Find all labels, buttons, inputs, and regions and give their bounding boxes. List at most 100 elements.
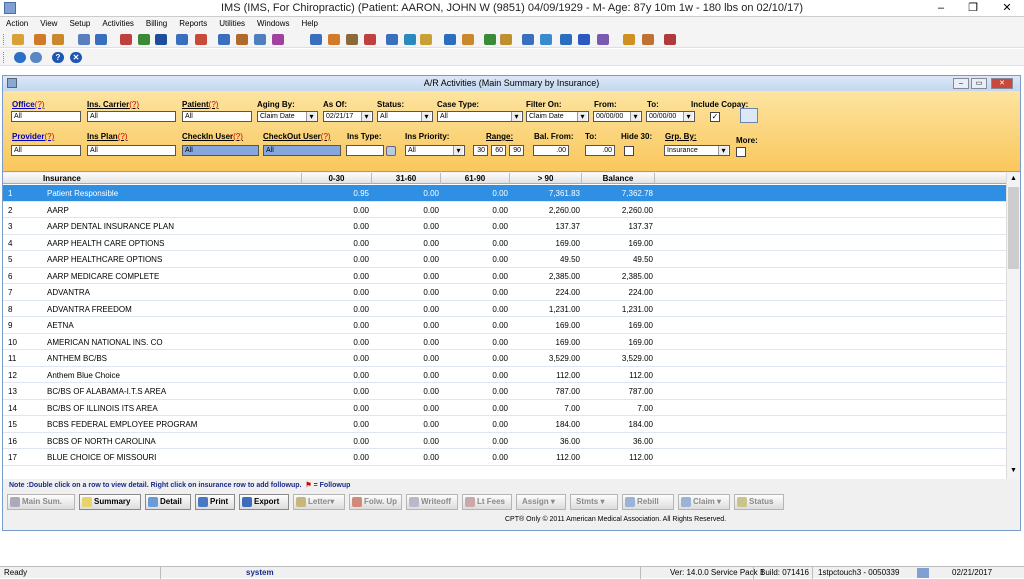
- summary-button[interactable]: Summary: [79, 494, 141, 510]
- contacts-icon[interactable]: [522, 34, 534, 45]
- menu-utilities[interactable]: Utilities: [213, 17, 251, 31]
- toolbar-grip[interactable]: [3, 52, 5, 63]
- writeoff-button[interactable]: Writeoff: [406, 494, 458, 510]
- letter-icon[interactable]: [444, 34, 456, 45]
- word-icon[interactable]: [578, 34, 590, 45]
- minimize-button[interactable]: –: [926, 0, 956, 17]
- table-row[interactable]: 13 BC/BS OF ALABAMA-I.T.S AREA 0.00 0.00 0.0…: [3, 383, 1006, 400]
- user-circle-icon[interactable]: [642, 34, 654, 45]
- calendar-icon[interactable]: [176, 34, 188, 45]
- ins-carrier-label[interactable]: Ins. Carrier(?): [87, 100, 139, 109]
- window-restore-button[interactable]: ▭: [971, 78, 987, 89]
- settings-icon[interactable]: [328, 34, 340, 45]
- office-field[interactable]: All: [11, 111, 81, 122]
- hide30-checkbox[interactable]: [624, 146, 634, 156]
- transfer-icon[interactable]: [218, 34, 230, 45]
- lt-fees-button[interactable]: Lt Fees: [462, 494, 512, 510]
- mail-icon[interactable]: [420, 34, 432, 45]
- restore-button[interactable]: ❐: [958, 0, 988, 17]
- shield-icon[interactable]: [155, 34, 167, 45]
- ins-plan-field[interactable]: All: [87, 145, 176, 156]
- from-date-field[interactable]: 00/00/00: [593, 111, 642, 122]
- table-row[interactable]: 10 AMERICAN NATIONAL INS. CO 0.00 0.00 0.00 1…: [3, 334, 1006, 350]
- table-row[interactable]: 6 AARP MEDICARE COMPLETE 0.00 0.00 0.00 2,385…: [3, 268, 1006, 284]
- col-header-balance[interactable]: Balance: [582, 173, 655, 184]
- table-row[interactable]: 8 ADVANTRA FREEDOM 0.00 0.00 0.00 1,231.00 1,2…: [3, 301, 1006, 317]
- edit-icon[interactable]: [597, 34, 609, 45]
- lock-icon[interactable]: [623, 34, 635, 45]
- scroll-thumb[interactable]: [1008, 187, 1019, 269]
- window-icon[interactable]: [310, 34, 322, 45]
- range-90-field[interactable]: 90: [509, 145, 524, 156]
- menu-reports[interactable]: Reports: [173, 17, 213, 31]
- assign-button[interactable]: Assign ▾: [516, 494, 566, 510]
- table-row[interactable]: 5 AARP HEALTHCARE OPTIONS 0.00 0.00 0.00 49.5…: [3, 251, 1006, 268]
- checkout-user-field[interactable]: All: [263, 145, 341, 156]
- close-button[interactable]: ✕: [990, 0, 1024, 17]
- patient-field[interactable]: All: [182, 111, 252, 122]
- globe-icon[interactable]: [404, 34, 416, 45]
- letter-button[interactable]: Letter▾: [293, 494, 345, 510]
- col-header-over-90[interactable]: > 90: [510, 173, 582, 184]
- refresh-icon[interactable]: [14, 52, 26, 63]
- ins-type-picker-icon[interactable]: [386, 146, 396, 156]
- files-icon[interactable]: [462, 34, 474, 45]
- folder-open-icon[interactable]: [52, 34, 64, 45]
- to-date-field[interactable]: 00/00/00: [646, 111, 695, 122]
- table-row[interactable]: 15 BCBS FEDERAL EMPLOYEE PROGRAM 0.00 0.00 0…: [3, 416, 1006, 433]
- checkin-user-label[interactable]: CheckIn User(?): [182, 132, 243, 141]
- export-button[interactable]: Export: [239, 494, 289, 510]
- status-button[interactable]: Status: [734, 494, 784, 510]
- table-row[interactable]: 4 AARP HEALTH CARE OPTIONS 0.00 0.00 0.00 169…: [3, 235, 1006, 251]
- filter-on-select[interactable]: Claim Date: [526, 111, 589, 122]
- stamp-icon[interactable]: [272, 34, 284, 45]
- table-row[interactable]: 12 Anthem Blue Choice 0.00 0.00 0.00 112.00 11…: [3, 367, 1006, 383]
- eye-icon[interactable]: [386, 34, 398, 45]
- scroll-up-icon[interactable]: ▲: [1010, 175, 1017, 182]
- claim-button[interactable]: Claim ▾: [678, 494, 730, 510]
- patient-label[interactable]: Patient(?): [182, 100, 218, 109]
- ins-type-field[interactable]: [346, 145, 384, 156]
- col-header-61-90[interactable]: 61-90: [441, 173, 510, 184]
- help-icon[interactable]: ?: [52, 52, 64, 63]
- include-copay-checkbox[interactable]: ✓: [710, 112, 720, 122]
- more-checkbox[interactable]: [736, 147, 746, 157]
- apply-filter-icon[interactable]: [740, 108, 758, 123]
- checkin-user-field[interactable]: All: [182, 145, 259, 156]
- rebill-button[interactable]: Rebill: [622, 494, 674, 510]
- menu-activities[interactable]: Activities: [96, 17, 140, 31]
- range-30-field[interactable]: 30: [473, 145, 488, 156]
- tools-icon[interactable]: [364, 34, 376, 45]
- ins-plan-label[interactable]: Ins Plan(?): [87, 132, 127, 141]
- table-row[interactable]: 3 AARP DENTAL INSURANCE PLAN 0.00 0.00 0.00 1…: [3, 218, 1006, 235]
- vertical-scrollbar[interactable]: ▲ ▼: [1006, 173, 1020, 479]
- bal-to-field[interactable]: .00: [585, 145, 615, 156]
- case-type-select[interactable]: All: [437, 111, 523, 122]
- table-row[interactable]: 9 AETNA 0.00 0.00 0.00 169.00 169.00: [3, 317, 1006, 334]
- table-row[interactable]: 14 BC/BS OF ILLINOIS ITS AREA 0.00 0.00 0.00…: [3, 400, 1006, 416]
- aging-by-select[interactable]: Claim Date: [257, 111, 318, 122]
- table-row[interactable]: 16 BCBS OF NORTH CAROLINA 0.00 0.00 0.00 36.0…: [3, 433, 1006, 449]
- ins-carrier-field[interactable]: All: [87, 111, 176, 122]
- range-60-field[interactable]: 60: [491, 145, 506, 156]
- as-of-date-field[interactable]: 02/21/17: [323, 111, 373, 122]
- folw-up-button[interactable]: Folw. Up: [349, 494, 402, 510]
- menu-help[interactable]: Help: [296, 17, 324, 31]
- table-row[interactable]: 7 ADVANTRA 0.00 0.00 0.00 224.00 224.00: [3, 284, 1006, 301]
- table-row[interactable]: 17 BLUE CHOICE OF MISSOURI 0.00 0.00 0.00 112…: [3, 449, 1006, 466]
- users-icon[interactable]: [34, 34, 46, 45]
- sync-icon[interactable]: [30, 52, 42, 63]
- menu-windows[interactable]: Windows: [251, 17, 295, 31]
- provider-field[interactable]: All: [11, 145, 81, 156]
- document-icon[interactable]: [346, 34, 358, 45]
- checklist-icon[interactable]: [120, 34, 132, 45]
- grp-by-select[interactable]: Insurance: [664, 145, 730, 156]
- col-header-31-60[interactable]: 31-60: [372, 173, 441, 184]
- status-select[interactable]: All: [377, 111, 433, 122]
- import-icon[interactable]: [540, 34, 552, 45]
- menu-action[interactable]: Action: [0, 17, 34, 31]
- office-label[interactable]: Office(?): [12, 100, 44, 109]
- menu-setup[interactable]: Setup: [63, 17, 96, 31]
- clipboard-icon[interactable]: [78, 34, 90, 45]
- bar-chart-icon[interactable]: [484, 34, 496, 45]
